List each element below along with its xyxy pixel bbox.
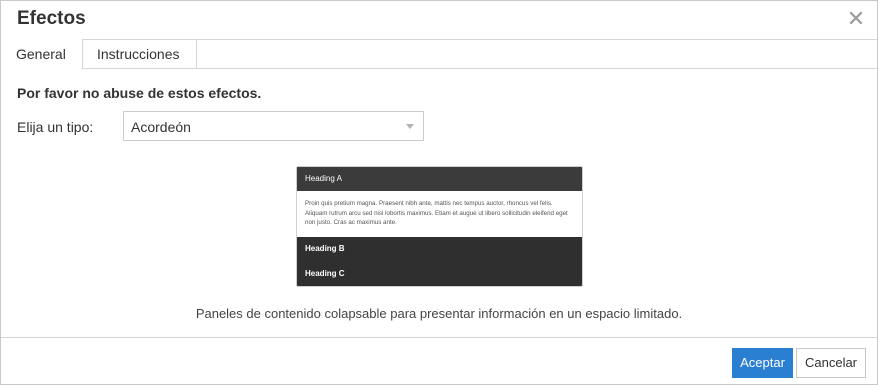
type-label: Elija un tipo: [17, 119, 94, 135]
type-select[interactable]: Acordeón [123, 111, 424, 141]
tab-general[interactable]: General [1, 39, 83, 70]
warning-text: Por favor no abuse de estos efectos. [17, 85, 262, 101]
preview-heading-a: Heading A [297, 167, 582, 191]
type-select-value: Acordeón [131, 119, 191, 135]
close-icon[interactable]: ✕ [845, 7, 867, 31]
tab-instrucciones[interactable]: Instrucciones [83, 39, 197, 69]
accept-button[interactable]: Aceptar [732, 348, 793, 378]
dialog-title: Efectos [17, 8, 86, 29]
chevron-down-icon [406, 124, 414, 129]
preview-heading-c: Heading C [305, 269, 345, 278]
effect-preview: Heading A Proin quis pretium magna. Prae… [296, 166, 583, 287]
cancel-button[interactable]: Cancelar [796, 348, 866, 378]
preview-heading-b: Heading B [305, 244, 345, 253]
preview-body: Proin quis pretium magna. Praesent nibh … [297, 191, 582, 237]
tab-bar: General Instrucciones [1, 39, 877, 70]
dialog-footer: Aceptar Cancelar [1, 337, 877, 384]
dialog-header: Efectos ✕ [1, 1, 877, 39]
effect-description: Paneles de contenido colapsable para pre… [195, 306, 683, 321]
effects-dialog: Efectos ✕ General Instrucciones Por favo… [0, 0, 878, 385]
